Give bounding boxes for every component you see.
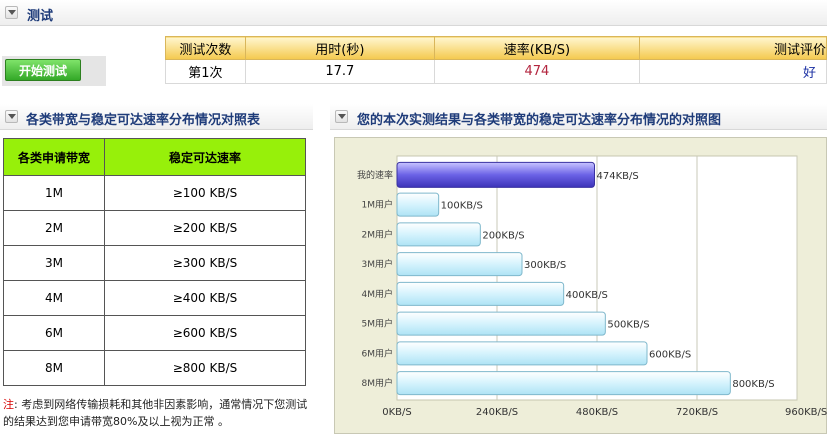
header-rating: 测试评价 [638,36,827,60]
bar [396,161,595,188]
comparison-chart: 0KB/S 240KB/S 480KB/S 720KB/S 960KB/S 我的速率 474… [334,137,827,434]
results-header-row: 测试次数 用时(秒) 速率(KB/S) 测试评价 [165,36,827,60]
rate-cell: ≥100 KB/S [104,175,306,211]
bar-chart-svg: 0KB/S 240KB/S 480KB/S 720KB/S 960KB/S 我的速率 474… [357,155,827,418]
category-label: 5M用户 [362,318,394,330]
results-table: 测试次数 用时(秒) 速率(KB/S) 测试评价 第1次 17.7 474 好 [165,36,827,84]
data-label: 200KB/S [482,230,524,241]
category-label: 我的速率 [357,169,393,181]
header-bandwidth: 各类申请带宽 [3,138,105,176]
data-label: 600KB/S [649,349,691,360]
table-row: 2M ≥200 KB/S [3,210,306,246]
bandwidth-cell: 3M [3,245,105,281]
bandwidth-cell: 8M [3,350,105,386]
test-section-title: 测试 [27,9,54,24]
rate-cell: ≥300 KB/S [104,245,306,281]
bar [396,311,606,336]
result-count: 第1次 [165,59,246,84]
table-row: 4M ≥400 KB/S [3,280,306,316]
collapse-toggle-icon[interactable] [335,110,348,123]
bandwidth-cell: 2M [3,210,105,246]
bandwidth-header-row: 各类申请带宽 稳定可达速率 [3,138,306,176]
data-label: 300KB/S [524,260,566,271]
note-text: 注: 考虑到网络传输损耗和其他非因素影响，通常情况下您测试的结果达到您申请带宽8… [3,396,313,430]
start-test-button[interactable]: 开始测试 [5,59,81,81]
note-label: 注 [3,398,14,411]
bar [396,222,481,247]
rate-cell: ≥800 KB/S [104,350,306,386]
data-label: 100KB/S [441,201,483,212]
chart-section-title: 您的本次实测结果与各类带宽的稳定可达速率分布情况的对照图 [357,113,722,128]
data-label: 474KB/S [597,171,639,182]
x-tick-label: 720KB/S [676,407,718,418]
chart-section-header: 您的本次实测结果与各类带宽的稳定可达速率分布情况的对照图 [330,104,827,130]
table-row: 8M ≥800 KB/S [3,350,306,386]
bar [396,281,565,306]
category-label: 6M用户 [362,347,394,359]
header-stable-rate: 稳定可达速率 [104,138,306,176]
bandwidth-cell: 4M [3,280,105,316]
x-tick-label: 240KB/S [476,407,518,418]
category-label: 8M用户 [362,377,394,389]
data-label: 800KB/S [732,379,774,390]
bar [396,341,648,366]
result-time: 17.7 [244,59,435,84]
x-tick-label: 0KB/S [382,407,412,418]
bandwidth-cell: 1M [3,175,105,211]
rate-cell: ≥600 KB/S [104,315,306,351]
note-body: : 考虑到网络传输损耗和其他非因素影响，通常情况下您测试的结果达到您申请带宽80… [3,398,308,428]
bandwidth-section-title: 各类带宽与稳定可达速率分布情况对照表 [26,113,261,128]
table-row: 1M ≥100 KB/S [3,175,306,211]
bandwidth-table: 各类申请带宽 稳定可达速率 1M ≥100 KB/S 2M ≥200 KB/S … [3,138,306,386]
data-label: 500KB/S [607,320,649,331]
x-tick-label: 960KB/S [785,407,827,418]
collapse-toggle-icon[interactable] [5,6,18,19]
test-section-header: 测试 [0,0,827,26]
header-test-count: 测试次数 [165,36,246,60]
results-row: 第1次 17.7 474 好 [165,59,827,84]
data-label: 400KB/S [566,290,608,301]
header-rate: 速率(KB/S) [433,36,640,60]
collapse-toggle-icon[interactable] [5,110,18,123]
category-label: 3M用户 [362,258,394,270]
bar [396,371,731,396]
header-time: 用时(秒) [244,36,435,60]
category-label: 4M用户 [362,288,394,300]
bandwidth-cell: 6M [3,315,105,351]
bandwidth-section-header: 各类带宽与稳定可达速率分布情况对照表 [0,104,313,130]
rate-cell: ≥400 KB/S [104,280,306,316]
start-button-container: 开始测试 [2,56,106,86]
rate-cell: ≥200 KB/S [104,210,306,246]
category-label: 1M用户 [362,199,394,211]
table-row: 6M ≥600 KB/S [3,315,306,351]
bar [396,192,440,217]
result-rate: 474 [433,59,640,84]
x-tick-label: 480KB/S [576,407,618,418]
result-rating: 好 [638,59,827,84]
bar [396,252,523,277]
table-row: 3M ≥300 KB/S [3,245,306,281]
category-label: 2M用户 [362,228,394,240]
